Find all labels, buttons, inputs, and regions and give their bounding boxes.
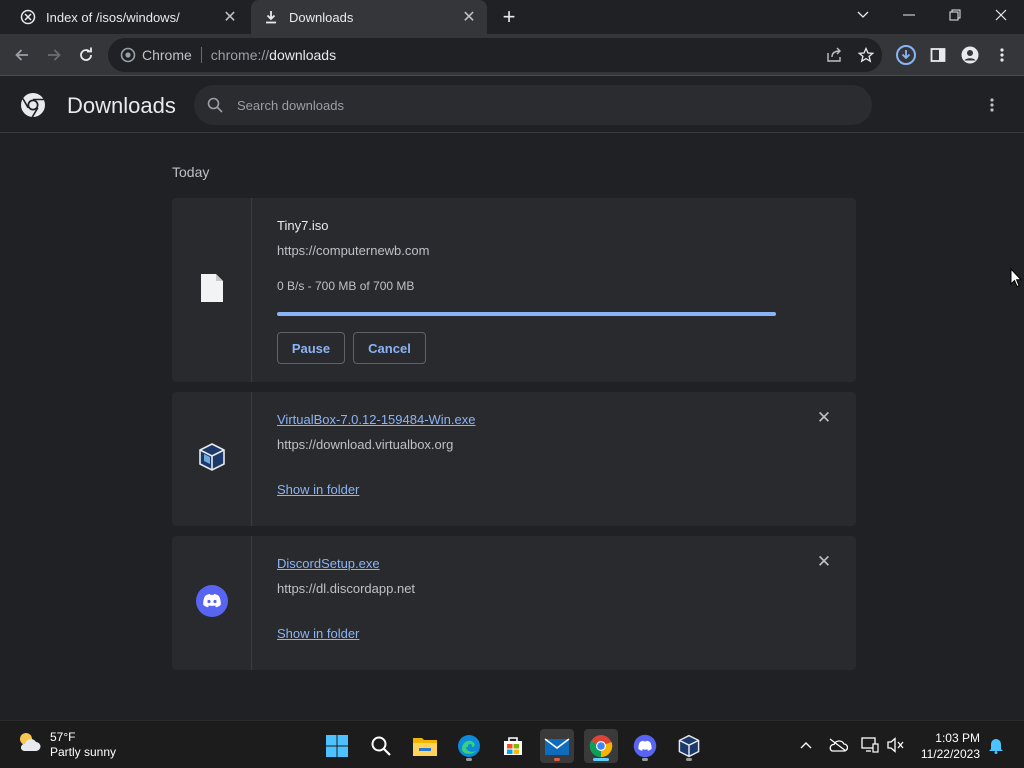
url-host: downloads — [269, 47, 337, 63]
system-clock[interactable]: 1:03 PM 11/22/2023 — [921, 730, 980, 762]
downloads-toolbar-icon[interactable] — [893, 42, 919, 68]
share-icon[interactable] — [821, 42, 847, 68]
search-icon[interactable] — [364, 729, 398, 763]
show-hidden-icons-icon[interactable] — [796, 735, 816, 755]
chrome-site-icon — [120, 47, 136, 63]
download-item: VirtualBox-7.0.12-159484-Win.exe https:/… — [172, 392, 856, 526]
download-item-icon-column — [172, 392, 252, 526]
start-icon[interactable] — [320, 729, 354, 763]
file-explorer-icon[interactable] — [408, 729, 442, 763]
weather-widget[interactable]: 57°F Partly sunny — [16, 729, 116, 760]
volume-muted-icon[interactable] — [886, 735, 906, 755]
active-indicator — [593, 758, 609, 761]
url-scheme: chrome:// — [210, 47, 270, 63]
virtualbox-icon — [198, 442, 226, 477]
download-status: 0 B/s - 700 MB of 700 MB — [277, 279, 415, 293]
address-bar[interactable]: Chrome chrome://downloads — [108, 38, 882, 72]
notification-bell-icon[interactable] — [986, 735, 1006, 755]
download-item-icon-column — [172, 536, 252, 670]
restore-icon[interactable] — [932, 0, 978, 30]
weather-temperature: 57°F — [50, 729, 76, 744]
new-tab-icon[interactable]: + — [497, 4, 521, 29]
chrome-icon[interactable] — [584, 729, 618, 763]
date-group-label: Today — [172, 164, 210, 180]
cancel-button[interactable]: Cancel — [353, 332, 426, 364]
pause-button[interactable]: Pause — [277, 332, 345, 364]
download-filename: Tiny7.iso — [277, 218, 329, 233]
side-panel-icon[interactable] — [925, 42, 951, 68]
tab-downloads[interactable]: Downloads ✕ — [251, 0, 487, 34]
reload-icon[interactable] — [73, 42, 99, 68]
page-menu-icon[interactable] — [982, 95, 1002, 115]
omnibox-divider — [200, 47, 202, 63]
chrome-logo-icon — [20, 92, 46, 118]
download-item-icon-column — [172, 198, 252, 382]
download-filename-link[interactable]: DiscordSetup.exe — [277, 556, 380, 571]
profile-icon[interactable] — [957, 42, 983, 68]
bookmark-star-icon[interactable] — [853, 42, 879, 68]
taskbar: 57°F Partly sunny 1:03 PM 11/22/2023 — [0, 720, 1024, 768]
search-bar — [194, 85, 872, 125]
remove-from-list-icon[interactable]: ✕ — [814, 408, 834, 428]
download-filename-link[interactable]: VirtualBox-7.0.12-159484-Win.exe — [277, 412, 476, 427]
downloads-list: Today Tiny7.iso https://computernewb.com… — [0, 134, 1024, 720]
download-icon — [263, 9, 279, 25]
forward-icon[interactable] — [41, 42, 67, 68]
edge-icon[interactable] — [452, 729, 486, 763]
site-label: Chrome — [142, 47, 192, 63]
store-icon[interactable] — [496, 729, 530, 763]
virtualbox-icon[interactable] — [672, 729, 706, 763]
discord-icon[interactable] — [628, 729, 662, 763]
mouse-cursor-icon — [1010, 267, 1023, 293]
onedrive-icon[interactable] — [828, 735, 848, 755]
close-window-icon[interactable] — [978, 0, 1024, 30]
download-item: DiscordSetup.exe https://dl.discordapp.n… — [172, 536, 856, 670]
close-tab-icon[interactable]: ✕ — [220, 7, 240, 27]
download-source-url[interactable]: https://dl.discordapp.net — [277, 581, 415, 596]
running-indicator — [686, 758, 692, 761]
mail-icon[interactable] — [540, 729, 574, 763]
tab-favicon-icon — [20, 9, 36, 25]
download-progress-bar — [277, 312, 776, 316]
clock-date: 11/22/2023 — [920, 747, 980, 761]
clock-time: 1:03 PM — [935, 731, 980, 745]
tab-search-icon[interactable] — [840, 0, 886, 30]
chrome-menu-icon[interactable] — [989, 42, 1015, 68]
show-in-folder-link[interactable]: Show in folder — [277, 482, 359, 497]
running-indicator — [466, 758, 472, 761]
page-title: Downloads — [67, 93, 176, 118]
download-source-url[interactable]: https://computernewb.com — [277, 243, 429, 258]
tab-title: Downloads — [289, 9, 354, 25]
search-icon — [206, 96, 224, 114]
discord-icon — [195, 584, 228, 622]
search-input[interactable] — [237, 97, 837, 113]
tab-strip: Index of /isos/windows/ ✕ Downloads ✕ + — [0, 0, 1024, 34]
running-indicator — [554, 758, 560, 761]
weather-description: Partly sunny — [50, 744, 117, 759]
running-indicator — [642, 758, 648, 761]
browser-toolbar: Chrome chrome://downloads — [0, 34, 1024, 76]
network-icon[interactable] — [860, 735, 880, 755]
back-icon[interactable] — [9, 42, 35, 68]
download-source-url[interactable]: https://download.virtualbox.org — [277, 437, 453, 452]
download-item: Tiny7.iso https://computernewb.com 0 B/s… — [172, 198, 856, 382]
tab-index-isos[interactable]: Index of /isos/windows/ ✕ — [8, 0, 248, 34]
show-in-folder-link[interactable]: Show in folder — [277, 626, 359, 641]
remove-from-list-icon[interactable]: ✕ — [814, 552, 834, 572]
file-icon — [200, 273, 224, 308]
close-tab-icon[interactable]: ✕ — [459, 7, 479, 27]
downloads-header: Downloads — [0, 77, 1024, 133]
minimize-icon[interactable] — [886, 0, 932, 30]
tab-title: Index of /isos/windows/ — [46, 9, 180, 25]
partly-sunny-icon — [16, 729, 42, 760]
